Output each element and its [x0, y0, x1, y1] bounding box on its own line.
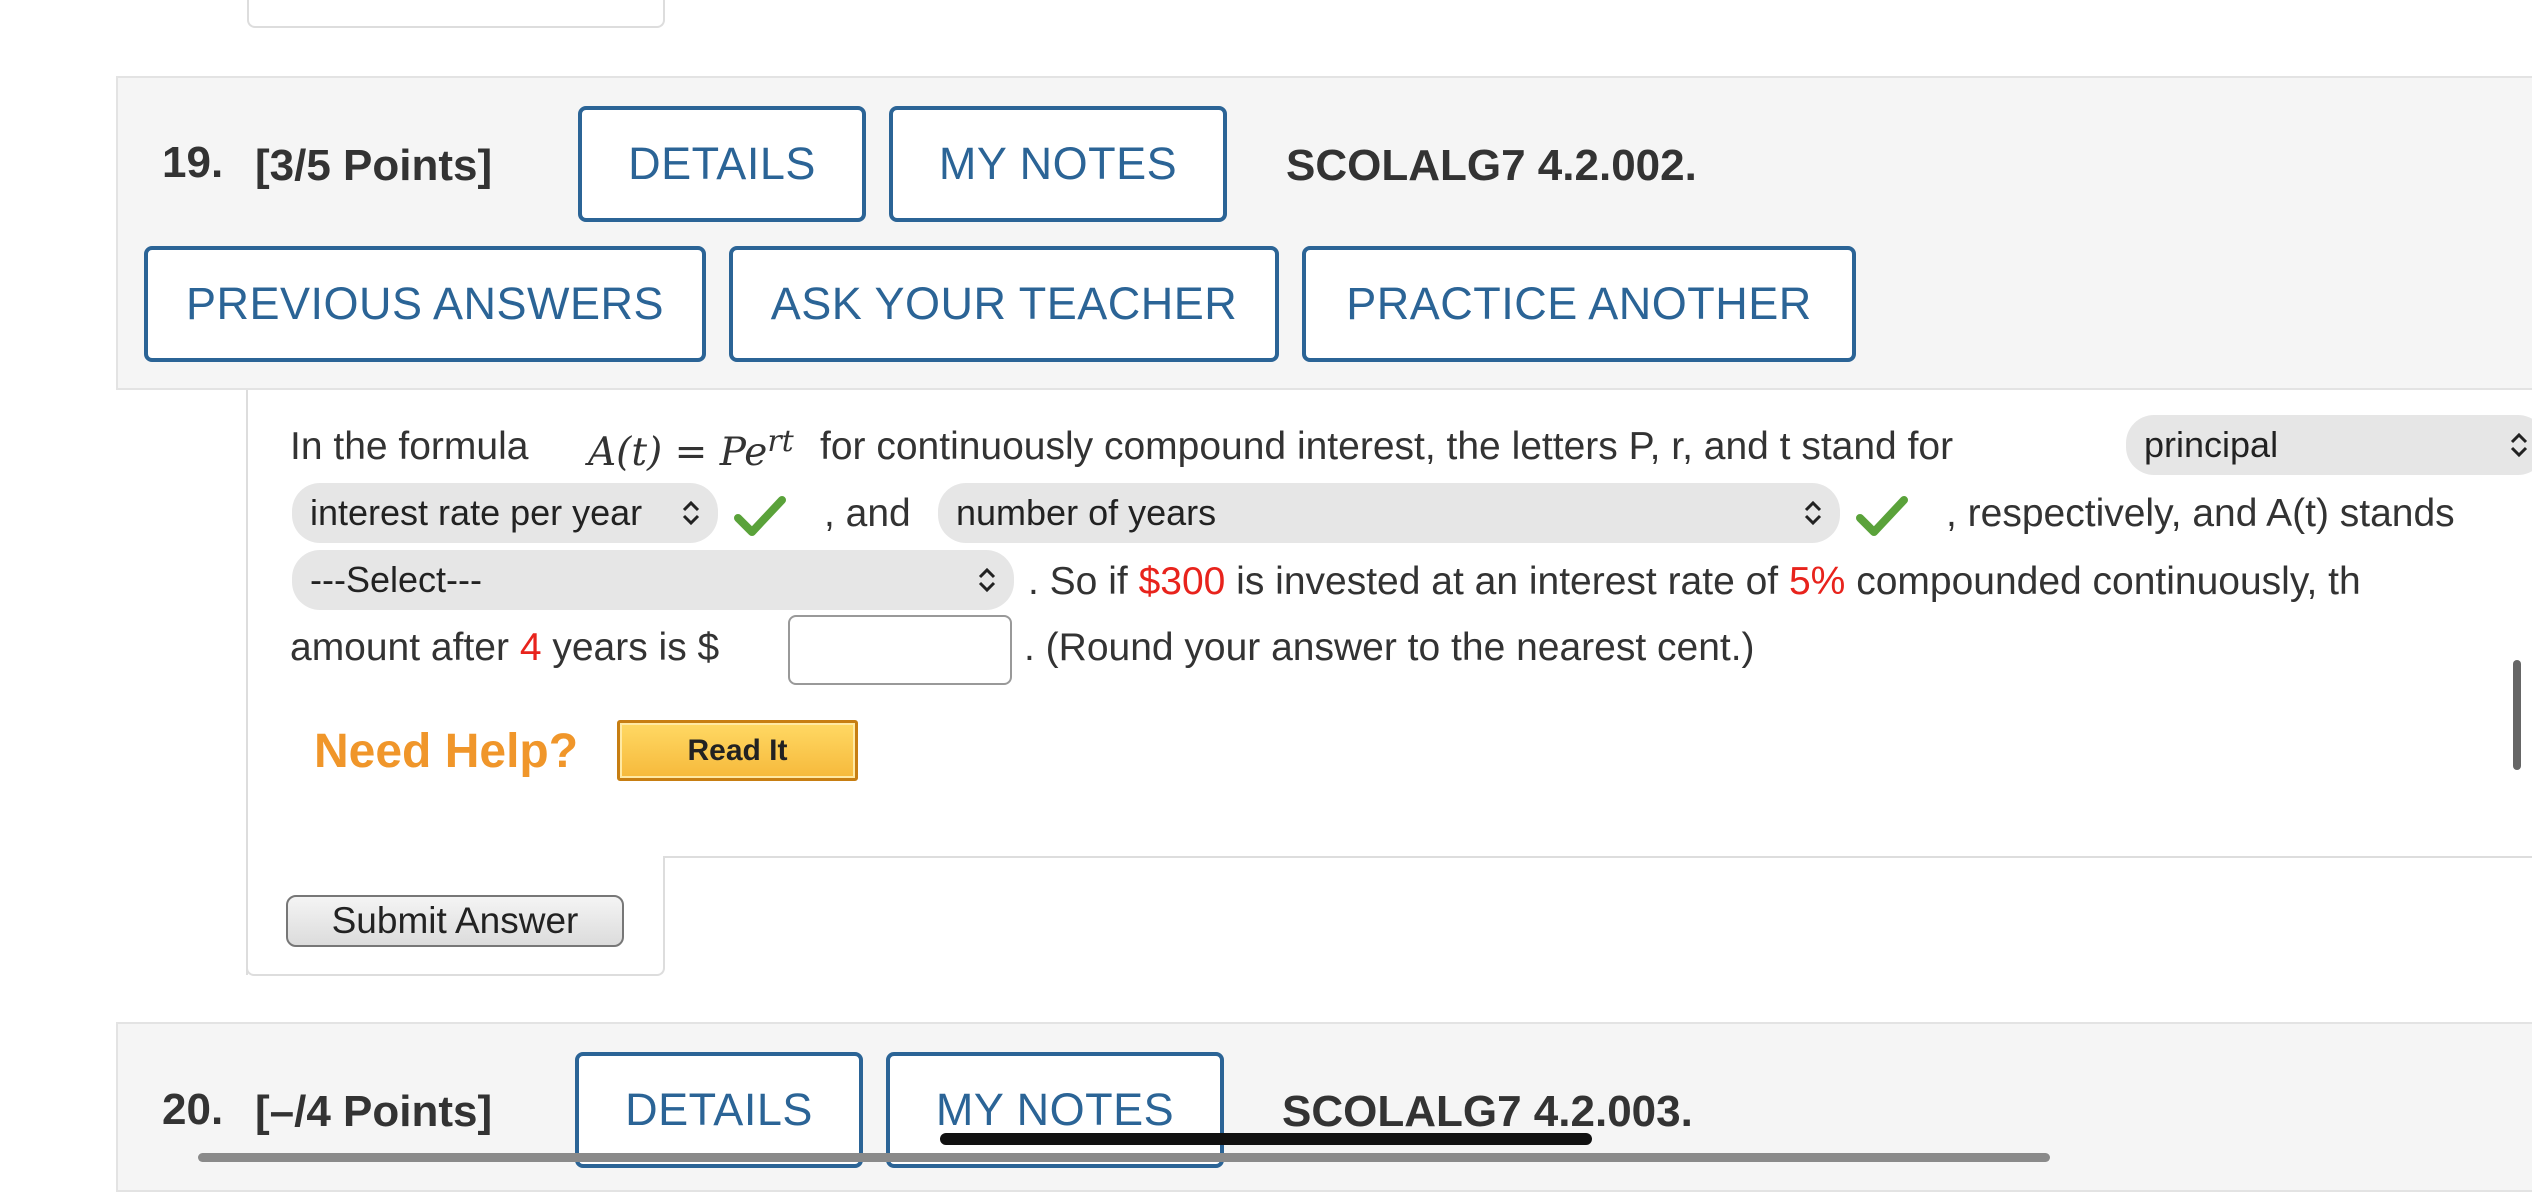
question-number: 20. — [162, 1085, 224, 1134]
question-text: . So if $300 is invested at an interest … — [1028, 562, 2361, 601]
details-button[interactable]: DETAILS — [575, 1052, 863, 1168]
formula: A(t) = Pert — [588, 424, 794, 475]
horizontal-scrollbar[interactable] — [198, 1153, 2050, 1162]
my-notes-button[interactable]: MY NOTES — [889, 106, 1227, 222]
updown-chevron-icon — [1804, 500, 1822, 526]
rate-value: 5% — [1788, 560, 1846, 603]
question-text: In the formula — [290, 425, 529, 468]
text-segment: years is $ — [552, 626, 720, 669]
question-number: 19. — [162, 138, 224, 187]
home-indicator — [940, 1133, 1592, 1145]
dropdown-value: ---Select--- — [310, 559, 482, 600]
amount-value: $300 — [1138, 560, 1226, 603]
text-segment: compounded continuously, th — [1856, 560, 2361, 603]
question-points: [3/5 Points] — [255, 141, 493, 190]
dropdown-value: number of years — [956, 492, 1217, 533]
body-divider — [663, 856, 2532, 858]
ask-your-teacher-button[interactable]: ASK YOUR TEACHER — [729, 246, 1279, 362]
submit-answer-button[interactable]: Submit Answer — [286, 895, 624, 947]
dropdown-value: interest rate per year — [310, 492, 643, 533]
text-segment: is invested at an interest rate of — [1236, 560, 1779, 603]
question-text: . (Round your answer to the nearest cent… — [1024, 626, 1755, 669]
previous-answers-button[interactable]: PREVIOUS ANSWERS — [144, 246, 706, 362]
practice-another-button[interactable]: PRACTICE ANOTHER — [1302, 246, 1856, 362]
years-value: 4 — [519, 626, 542, 669]
text-segment: . So if — [1028, 560, 1128, 603]
formula-base: A(t) = Pe — [588, 430, 768, 475]
updown-chevron-icon — [682, 500, 700, 526]
updown-chevron-icon — [978, 567, 996, 593]
question-points: [–/4 Points] — [255, 1087, 493, 1136]
dropdown-at[interactable]: ---Select--- — [292, 550, 1014, 610]
dropdown-r[interactable]: interest rate per year — [292, 483, 718, 543]
formula-exponent: rt — [767, 424, 794, 459]
scrollbar-thumb[interactable] — [2513, 660, 2521, 770]
dropdown-p[interactable]: principal — [2126, 415, 2532, 475]
dropdown-t[interactable]: number of years — [938, 483, 1840, 543]
my-notes-button[interactable]: MY NOTES — [886, 1052, 1224, 1168]
question-text: , and — [824, 492, 911, 535]
text-segment: amount after — [290, 626, 509, 669]
question-code: SCOLALG7 4.2.003. — [1282, 1087, 1693, 1136]
question-text: amount after 4 years is $ — [290, 628, 719, 667]
need-help-label: Need Help? — [314, 725, 579, 778]
updown-chevron-icon — [2510, 432, 2528, 458]
correct-check-icon — [734, 496, 786, 536]
answer-input[interactable] — [788, 615, 1012, 685]
dropdown-value: principal — [2144, 424, 2279, 465]
question-text: for continuously compound interest, the … — [820, 425, 1954, 468]
correct-check-icon — [1856, 496, 1908, 536]
previous-question-card-edge — [247, 0, 665, 28]
details-button[interactable]: DETAILS — [578, 106, 866, 222]
question-text: , respectively, and A(t) stands — [1946, 492, 2455, 535]
read-it-button[interactable]: Read It — [617, 720, 858, 781]
question-code: SCOLALG7 4.2.002. — [1286, 141, 1697, 190]
